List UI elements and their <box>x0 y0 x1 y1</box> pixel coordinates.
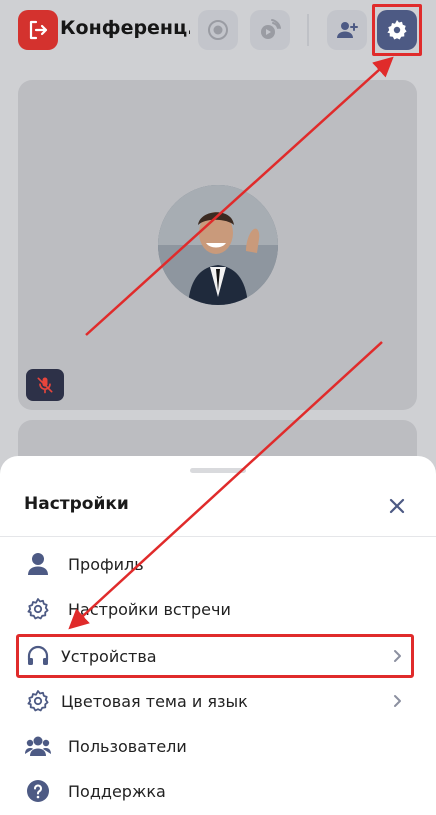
menu-item-label: Поддержка <box>68 781 166 801</box>
chevron-right-icon <box>394 695 401 707</box>
settings-highlight <box>372 4 422 56</box>
menu-item-label: Пользователи <box>68 736 187 756</box>
broadcast-icon <box>261 19 281 39</box>
add-user-button[interactable] <box>327 10 367 50</box>
user-icon <box>24 550 52 578</box>
menu-item-label: Настройки встречи <box>68 599 231 619</box>
broadcast-button[interactable] <box>250 10 290 50</box>
menu-item-users[interactable]: Пользователи <box>0 724 436 768</box>
record-icon <box>208 20 228 40</box>
devices-highlight <box>16 634 414 678</box>
exit-icon <box>29 20 48 40</box>
menu-item-profile[interactable]: Профиль <box>0 542 436 586</box>
menu-item-label: Цветовая тема и язык <box>61 691 248 711</box>
gear-icon <box>24 687 52 715</box>
users-icon <box>24 732 52 760</box>
add-user-icon <box>337 22 358 38</box>
record-button[interactable] <box>198 10 238 50</box>
conference-title: Конференц... <box>60 17 190 39</box>
menu-item-theme-language[interactable]: Цветовая тема и язык <box>0 679 436 723</box>
sheet-title: Настройки <box>24 494 129 514</box>
menu-item-label: Профиль <box>68 554 144 574</box>
menu-item-meeting-settings[interactable]: Настройки встречи <box>0 587 436 631</box>
toolbar-divider <box>307 14 309 46</box>
exit-button[interactable] <box>18 10 58 50</box>
menu-item-support[interactable]: Поддержка <box>0 769 436 813</box>
drag-handle[interactable] <box>190 468 246 473</box>
close-button[interactable] <box>385 494 409 518</box>
mic-off-icon <box>37 377 53 394</box>
close-icon <box>389 498 405 514</box>
settings-sheet: Настройки Профиль Настройки встречи Устр… <box>0 456 436 815</box>
participant-avatar <box>158 185 278 305</box>
gear-icon <box>24 595 52 623</box>
divider <box>0 536 436 537</box>
mic-muted-indicator <box>26 369 64 401</box>
help-icon <box>24 777 52 805</box>
top-bar: Конференц... <box>0 0 436 60</box>
